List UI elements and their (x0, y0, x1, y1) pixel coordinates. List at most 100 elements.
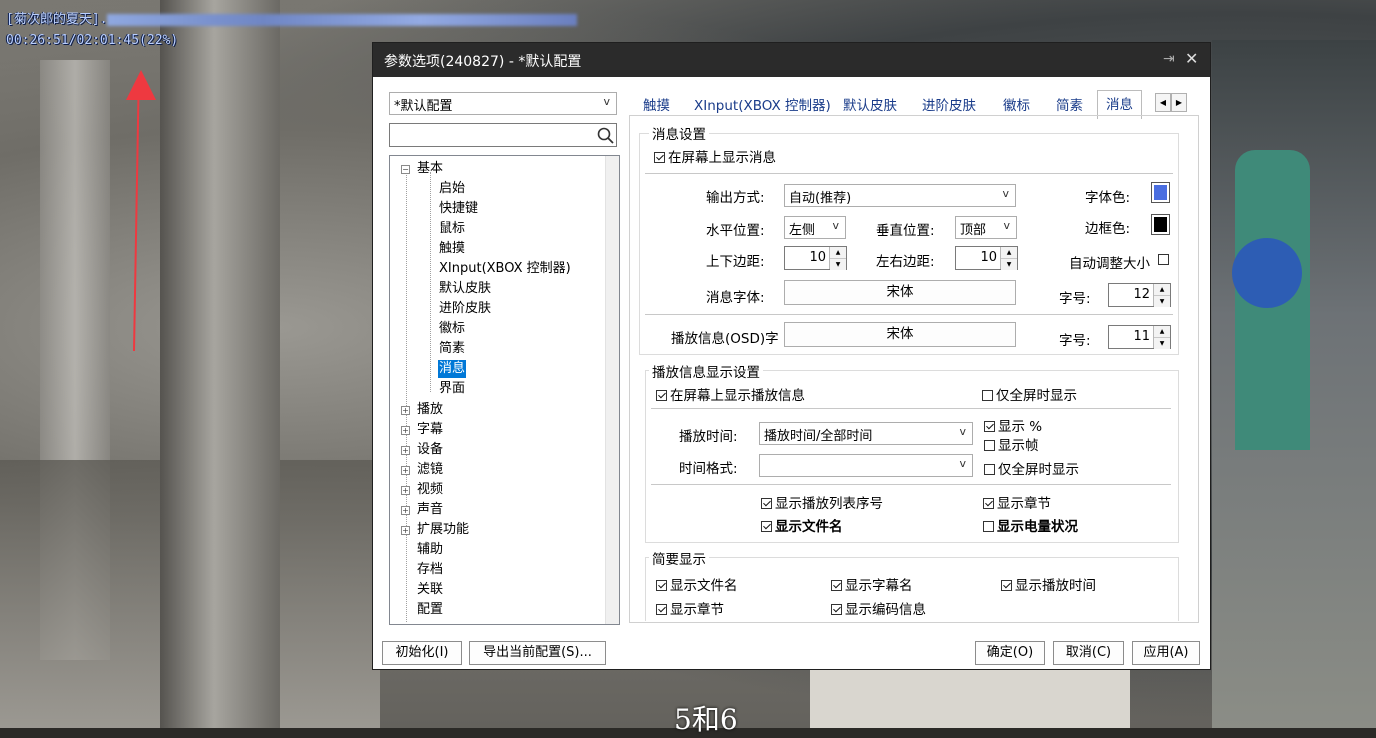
show-playlist-number-checkbox[interactable]: 显示播放列表序号 (761, 492, 883, 512)
apply-button[interactable]: 应用(A) (1132, 641, 1200, 665)
fullscreen-only-top-checkbox[interactable]: 仅全屏时显示 (982, 384, 1077, 404)
expand-icon[interactable]: + (401, 486, 410, 495)
tab-scroll-left-icon[interactable]: ◀ (1155, 93, 1171, 112)
search-icon[interactable] (597, 127, 615, 145)
settings-tree[interactable]: − 基本 启始 快捷键 鼠标 触摸 XInput(XBOX 控制器) 默认皮肤 … (389, 155, 620, 625)
tree-item-xinput[interactable]: XInput(XBOX 控制器) (439, 260, 571, 278)
tree-item-association[interactable]: 关联 (417, 581, 443, 599)
show-playback-info-checkbox[interactable]: 在屏幕上显示播放信息 (656, 384, 805, 404)
show-chapter-checkbox[interactable]: 显示章节 (983, 492, 1051, 512)
show-percent-checkbox[interactable]: 显示 % (984, 415, 1042, 435)
tree-item-audio[interactable]: 声音 (417, 501, 443, 519)
tab-xinput[interactable]: XInput(XBOX 控制器) (694, 94, 831, 114)
expand-icon[interactable]: + (401, 526, 410, 535)
tree-item-simple[interactable]: 简素 (439, 340, 465, 358)
show-message-checkbox[interactable]: 在屏幕上显示消息 (654, 146, 776, 166)
down-arrow-icon[interactable]: ▼ (830, 259, 846, 270)
tree-item-start[interactable]: 启始 (439, 180, 465, 198)
brief-codec-info-checkbox[interactable]: 显示编码信息 (831, 598, 926, 618)
h-position-select[interactable]: 左侧 v (784, 216, 846, 239)
expand-icon[interactable]: + (401, 406, 410, 415)
up-arrow-icon[interactable]: ▲ (830, 247, 846, 259)
tree-item-touch[interactable]: 触摸 (439, 240, 465, 258)
export-config-button[interactable]: 导出当前配置(S)... (469, 641, 606, 665)
tree-item-playback[interactable]: 播放 (417, 401, 443, 419)
expand-icon[interactable]: + (401, 426, 410, 435)
time-format-select[interactable]: v (759, 454, 973, 477)
tab-scroll-right-icon[interactable]: ▶ (1171, 93, 1187, 112)
stepper-value: 11 (1133, 329, 1150, 344)
tree-item-mouse[interactable]: 鼠标 (439, 220, 465, 238)
tree-scrollbar[interactable] (605, 156, 619, 624)
expand-icon[interactable]: + (401, 506, 410, 515)
expand-icon[interactable]: + (401, 466, 410, 475)
osd-font-size-stepper[interactable]: 11 ▲ ▼ (1108, 325, 1171, 349)
down-arrow-icon[interactable]: ▼ (1154, 296, 1170, 307)
stepper-buttons[interactable]: ▲ ▼ (829, 247, 846, 270)
tree-item-basic[interactable]: 基本 (417, 160, 443, 178)
tree-item-video[interactable]: 视频 (417, 481, 443, 499)
expand-icon[interactable]: + (401, 446, 410, 455)
checkbox-label: 在屏幕上显示消息 (668, 150, 776, 166)
show-filename-checkbox[interactable]: 显示文件名 (761, 515, 843, 535)
border-color-swatch[interactable] (1151, 214, 1170, 235)
tab-logo[interactable]: 徽标 (1003, 94, 1030, 114)
play-time-select[interactable]: 播放时间/全部时间 v (759, 422, 973, 445)
stepper-buttons[interactable]: ▲ ▼ (1000, 247, 1017, 270)
up-arrow-icon[interactable]: ▲ (1154, 284, 1170, 296)
ok-button[interactable]: 确定(O) (975, 641, 1045, 665)
tree-item-archive[interactable]: 存档 (417, 561, 443, 579)
cancel-button[interactable]: 取消(C) (1053, 641, 1124, 665)
osd-font-button[interactable]: 宋体 (784, 322, 1016, 347)
tree-item-config[interactable]: 配置 (417, 601, 443, 619)
close-icon[interactable]: ✕ (1185, 49, 1198, 68)
down-arrow-icon[interactable]: ▼ (1001, 259, 1017, 270)
tb-margin-stepper[interactable]: 10 ▲ ▼ (784, 246, 847, 270)
brief-chapter-checkbox[interactable]: 显示章节 (656, 598, 724, 618)
tree-item-interface[interactable]: 界面 (439, 380, 465, 398)
search-input[interactable] (389, 123, 617, 147)
brief-play-time-checkbox[interactable]: 显示播放时间 (1001, 574, 1096, 594)
tree-item-default-skin[interactable]: 默认皮肤 (439, 280, 491, 298)
tree-item-assist[interactable]: 辅助 (417, 541, 443, 559)
tree-item-message[interactable]: 消息 (438, 360, 467, 378)
tree-item-filter[interactable]: 滤镜 (417, 461, 443, 479)
tab-simple[interactable]: 简素 (1056, 94, 1083, 114)
brief-subtitle-name-checkbox[interactable]: 显示字幕名 (831, 574, 913, 594)
tree-item-shortcuts[interactable]: 快捷键 (439, 200, 478, 218)
message-font-size-stepper[interactable]: 12 ▲ ▼ (1108, 283, 1171, 307)
tab-default-skin[interactable]: 默认皮肤 (843, 94, 897, 114)
brief-filename-checkbox[interactable]: 显示文件名 (656, 574, 738, 594)
video-person (810, 670, 1130, 728)
tree-item-advanced-skin[interactable]: 进阶皮肤 (439, 300, 491, 318)
checkbox-box (831, 604, 842, 615)
v-position-select[interactable]: 顶部 v (955, 216, 1017, 239)
output-mode-select[interactable]: 自动(推荐) v (784, 184, 1016, 207)
show-frame-checkbox[interactable]: 显示帧 (984, 434, 1039, 454)
tree-item-extensions[interactable]: 扩展功能 (417, 521, 469, 539)
down-arrow-icon[interactable]: ▼ (1154, 338, 1170, 349)
show-battery-checkbox[interactable]: 显示电量状况 (983, 515, 1078, 535)
fullscreen-only-checkbox[interactable]: 仅全屏时显示 (984, 458, 1079, 478)
tab-advanced-skin[interactable]: 进阶皮肤 (922, 94, 976, 114)
tree-item-subtitle[interactable]: 字幕 (417, 421, 443, 439)
checkbox-box (984, 421, 995, 432)
profile-select[interactable]: *默认配置 v (389, 92, 617, 115)
tree-item-logo[interactable]: 徽标 (439, 320, 465, 338)
tree-item-device[interactable]: 设备 (417, 441, 443, 459)
auto-size-checkbox[interactable] (1158, 252, 1172, 268)
divider (645, 314, 1173, 315)
init-button[interactable]: 初始化(I) (382, 641, 462, 665)
up-arrow-icon[interactable]: ▲ (1001, 247, 1017, 259)
font-color-swatch[interactable] (1151, 182, 1170, 203)
stepper-buttons[interactable]: ▲ ▼ (1153, 326, 1170, 349)
message-font-button[interactable]: 宋体 (784, 280, 1016, 305)
stepper-buttons[interactable]: ▲ ▼ (1153, 284, 1170, 307)
collapse-icon[interactable]: − (401, 165, 410, 174)
checkbox-label: 显示章节 (670, 602, 724, 618)
pin-icon[interactable]: ⇥ (1163, 51, 1175, 67)
lr-margin-stepper[interactable]: 10 ▲ ▼ (955, 246, 1018, 270)
tab-touch[interactable]: 触摸 (643, 94, 670, 114)
up-arrow-icon[interactable]: ▲ (1154, 326, 1170, 338)
dialog-titlebar[interactable]: 参数选项(240827) - *默认配置 ⇥ ✕ (373, 43, 1210, 77)
